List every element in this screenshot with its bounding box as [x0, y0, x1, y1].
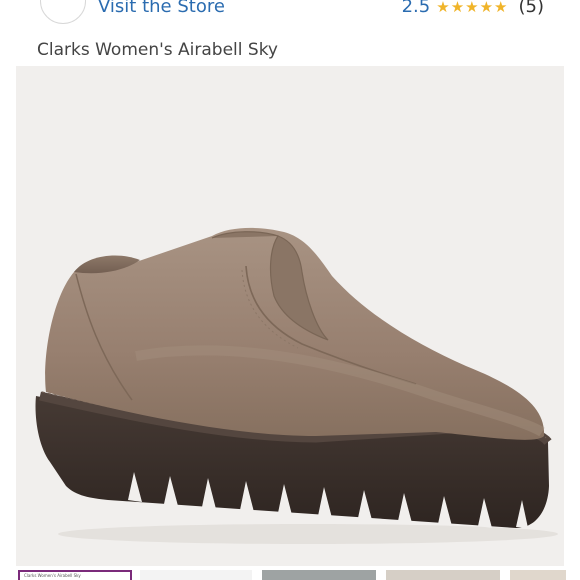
product-page: Visit the Store 2.5 ★★★★★ (5) Clarks Women… [0, 0, 580, 580]
store-logo[interactable] [40, 0, 86, 24]
thumbnail-caption: Clarks Women's Airabell Sky [24, 573, 81, 578]
thumbnail-5[interactable] [510, 570, 566, 580]
visit-store-link[interactable]: Visit the Store [98, 0, 225, 17]
rating-summary[interactable]: 2.5 ★★★★★ (5) [402, 0, 544, 17]
store-header: Visit the Store 2.5 ★★★★★ (5) [0, 0, 580, 28]
thumbnail-2[interactable] [140, 570, 252, 580]
product-image[interactable] [16, 66, 564, 566]
rating-value: 2.5 [401, 0, 431, 17]
thumbnail-4[interactable] [386, 570, 500, 580]
star-rating-icon: ★★★★★ [436, 0, 509, 16]
product-title: Clarks Women's Airabell Sky [37, 40, 278, 60]
thumbnail-selected[interactable]: Clarks Women's Airabell Sky [18, 570, 132, 580]
shoe-illustration [35, 227, 558, 544]
thumbnail-3[interactable] [262, 570, 376, 580]
thumbnail-strip: Clarks Women's Airabell Sky [16, 570, 580, 580]
review-count[interactable]: (5) [519, 0, 545, 17]
